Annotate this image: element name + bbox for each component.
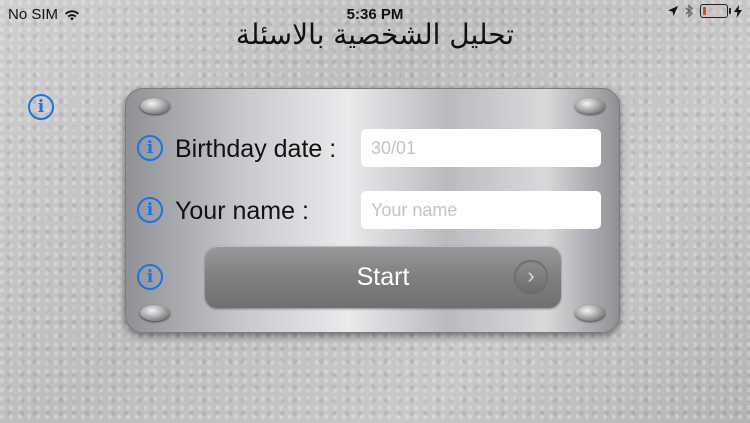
birthday-input[interactable] [361,129,601,167]
birthday-label: Birthday date : [175,135,337,163]
metal-plate-panel: i Birthday date : i Your name : i Start … [125,88,620,333]
info-icon: i [146,138,154,158]
status-right [667,4,742,18]
start-info-button[interactable]: i [137,264,163,290]
battery-icon [700,4,731,18]
page-title: تحليل الشخصية بالاسئلة [235,18,515,51]
start-button-label: Start [356,263,410,291]
battery-fill [703,7,706,15]
location-arrow-icon [668,6,678,16]
chevron-right-icon: › [514,260,548,294]
name-info-button[interactable]: i [137,197,163,223]
screw-top-right [575,98,605,114]
birthday-info-button[interactable]: i [137,135,163,161]
screw-top-left [140,98,170,114]
info-icon: i [146,267,154,287]
bluetooth-icon [685,4,693,18]
info-icon: i [146,200,154,220]
name-label: Your name : [175,197,309,225]
start-button[interactable]: Start › [205,246,561,308]
charging-bolt-icon [734,4,742,18]
info-icon: i [37,97,45,117]
name-input[interactable] [361,191,601,229]
screw-bottom-left [140,305,170,321]
app-info-button[interactable]: i [28,94,54,120]
screw-bottom-right [575,305,605,321]
